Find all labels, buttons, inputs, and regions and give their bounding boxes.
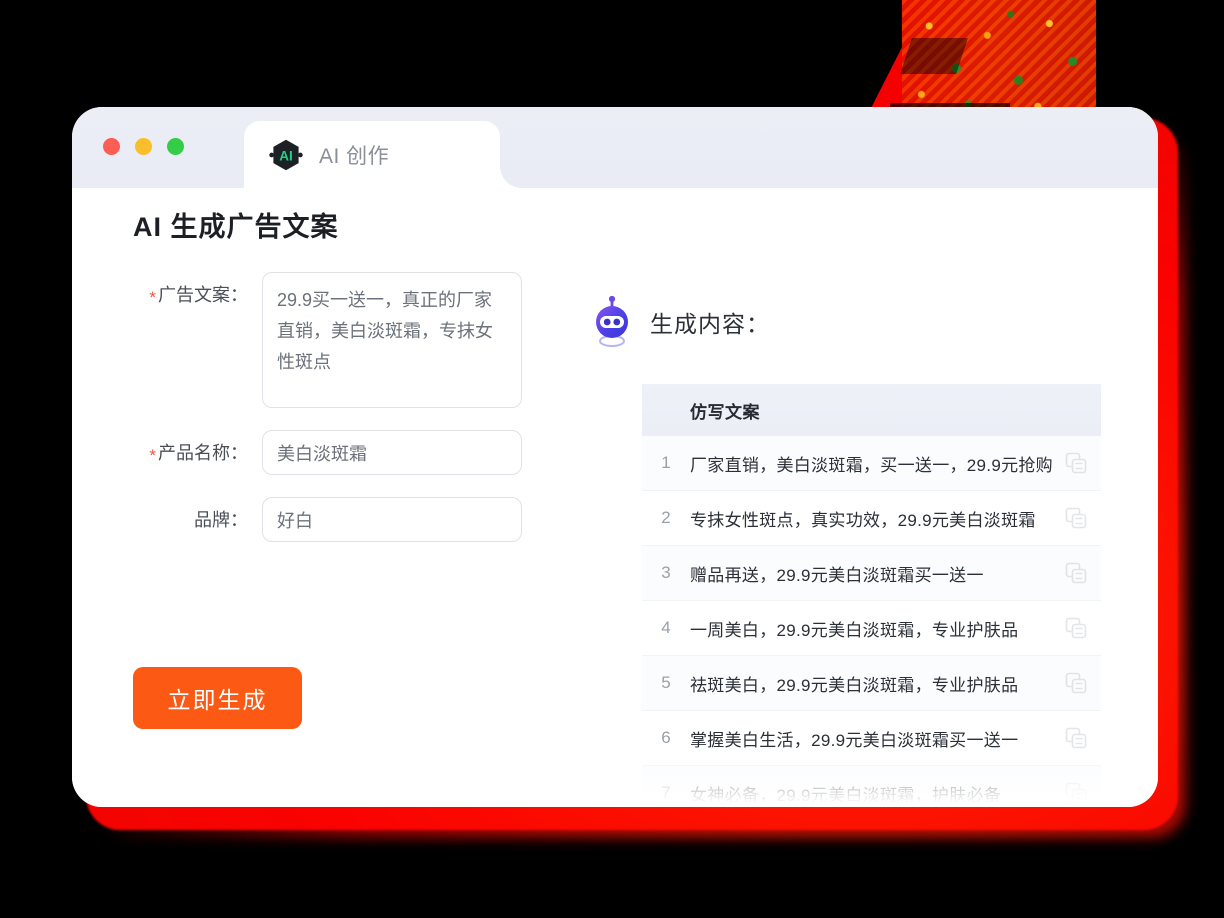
app-window: AI AI 创作 AI 生成广告文案 * 广告文案： 29.9买一送一，真正的厂… bbox=[72, 107, 1158, 807]
results-table: 仿写文案 1 厂家直销，美白淡斑霜，买一送一，29.9元抢购 2 专抹女性斑点，… bbox=[642, 384, 1101, 804]
deco-texture-block bbox=[902, 0, 1096, 118]
field-brand: 品牌： 好白 bbox=[72, 497, 582, 542]
field-label-text: 品牌： bbox=[194, 510, 248, 530]
maximize-button-icon[interactable] bbox=[167, 138, 184, 155]
row-index: 6 bbox=[661, 728, 671, 747]
deco-triangle bbox=[866, 0, 926, 118]
copy-icon[interactable] bbox=[1065, 782, 1087, 804]
row-text: 女神必备，29.9元美白淡斑霜，护肤必备 bbox=[690, 785, 1002, 805]
field-label-product-name: * 产品名称： bbox=[72, 430, 262, 465]
tab-label: AI 创作 bbox=[319, 144, 390, 168]
field-control-brand: 好白 bbox=[262, 497, 582, 542]
row-index: 4 bbox=[661, 618, 671, 637]
row-text: 厂家直销，美白淡斑霜，买一送一，29.9元抢购 bbox=[690, 455, 1053, 475]
copy-icon[interactable] bbox=[1065, 562, 1087, 584]
table-row[interactable]: 3 赠品再送，29.9元美白淡斑霜买一送一 bbox=[642, 546, 1101, 601]
row-index: 7 bbox=[661, 783, 671, 802]
screenshot-stage: AI AI 创作 AI 生成广告文案 * 广告文案： 29.9买一送一，真正的厂… bbox=[0, 0, 1224, 918]
window-body: AI 生成广告文案 * 广告文案： 29.9买一送一，真正的厂家直销，美白淡斑霜，… bbox=[72, 188, 1158, 807]
field-ad-copy: * 广告文案： 29.9买一送一，真正的厂家直销，美白淡斑霜，专抹女性斑点 bbox=[72, 272, 582, 408]
copy-icon[interactable] bbox=[1065, 507, 1087, 529]
row-index: 3 bbox=[661, 563, 671, 582]
robot-icon bbox=[596, 296, 628, 347]
close-button-icon[interactable] bbox=[103, 138, 120, 155]
row-text: 专抹女性斑点，真实功效，29.9元美白淡斑霜 bbox=[690, 510, 1036, 530]
row-index: 5 bbox=[661, 673, 671, 692]
product-name-input[interactable]: 美白淡斑霜 bbox=[262, 430, 522, 475]
required-asterisk-icon: * bbox=[149, 446, 156, 465]
row-index: 1 bbox=[661, 453, 671, 472]
row-text: 祛斑美白，29.9元美白淡斑霜，专业护肤品 bbox=[690, 675, 1019, 695]
field-control-ad-copy: 29.9买一送一，真正的厂家直销，美白淡斑霜，专抹女性斑点 bbox=[262, 272, 582, 408]
table-row[interactable]: 1 厂家直销，美白淡斑霜，买一送一，29.9元抢购 bbox=[642, 436, 1101, 491]
row-text: 赠品再送，29.9元美白淡斑霜买一送一 bbox=[690, 565, 984, 585]
generated-content-title: 生成内容： bbox=[650, 311, 770, 337]
table-row[interactable]: 7 女神必备，29.9元美白淡斑霜，护肤必备 bbox=[642, 766, 1101, 804]
generate-button[interactable]: 立即生成 bbox=[133, 667, 302, 729]
field-label-ad-copy: * 广告文案： bbox=[72, 272, 262, 307]
generated-content-header: 生成内容： bbox=[590, 296, 770, 348]
row-text: 掌握美白生活，29.9元美白淡斑霜买一送一 bbox=[690, 730, 1019, 750]
field-label-text: 产品名称： bbox=[158, 443, 248, 463]
red-textured-corner-graphic bbox=[866, 0, 1096, 118]
field-product-name: * 产品名称： 美白淡斑霜 bbox=[72, 430, 582, 475]
field-label-brand: 品牌： bbox=[72, 497, 262, 532]
copy-icon[interactable] bbox=[1065, 672, 1087, 694]
copy-icon[interactable] bbox=[1065, 452, 1087, 474]
copy-icon[interactable] bbox=[1065, 617, 1087, 639]
copy-icon[interactable] bbox=[1065, 727, 1087, 749]
window-titlebar: AI AI 创作 bbox=[72, 107, 1158, 188]
svg-text:AI: AI bbox=[279, 148, 293, 163]
generation-form: * 广告文案： 29.9买一送一，真正的厂家直销，美白淡斑霜，专抹女性斑点 * 产品… bbox=[72, 272, 582, 564]
field-control-product-name: 美白淡斑霜 bbox=[262, 430, 582, 475]
deco-dark-patch bbox=[900, 38, 968, 74]
page-title: AI 生成广告文案 bbox=[133, 212, 339, 242]
required-asterisk-icon: * bbox=[149, 288, 156, 307]
tab-ai-creation[interactable]: AI AI 创作 bbox=[244, 121, 522, 188]
left-pane: AI 生成广告文案 * 广告文案： 29.9买一送一，真正的厂家直销，美白淡斑霜，… bbox=[72, 188, 582, 807]
table-row[interactable]: 2 专抹女性斑点，真实功效，29.9元美白淡斑霜 bbox=[642, 491, 1101, 546]
row-index: 2 bbox=[661, 508, 671, 527]
minimize-button-icon[interactable] bbox=[135, 138, 152, 155]
results-table-header-label: 仿写文案 bbox=[690, 402, 760, 422]
traffic-lights bbox=[103, 138, 184, 155]
brand-input[interactable]: 好白 bbox=[262, 497, 522, 542]
ai-hexagon-icon: AI bbox=[269, 139, 303, 170]
table-row[interactable]: 6 掌握美白生活，29.9元美白淡斑霜买一送一 bbox=[642, 711, 1101, 766]
field-label-text: 广告文案： bbox=[158, 285, 248, 305]
ad-copy-textarea[interactable]: 29.9买一送一，真正的厂家直销，美白淡斑霜，专抹女性斑点 bbox=[262, 272, 522, 408]
table-row[interactable]: 4 一周美白，29.9元美白淡斑霜，专业护肤品 bbox=[642, 601, 1101, 656]
results-table-header: 仿写文案 bbox=[642, 384, 1101, 436]
row-text: 一周美白，29.9元美白淡斑霜，专业护肤品 bbox=[690, 620, 1019, 640]
table-row[interactable]: 5 祛斑美白，29.9元美白淡斑霜，专业护肤品 bbox=[642, 656, 1101, 711]
